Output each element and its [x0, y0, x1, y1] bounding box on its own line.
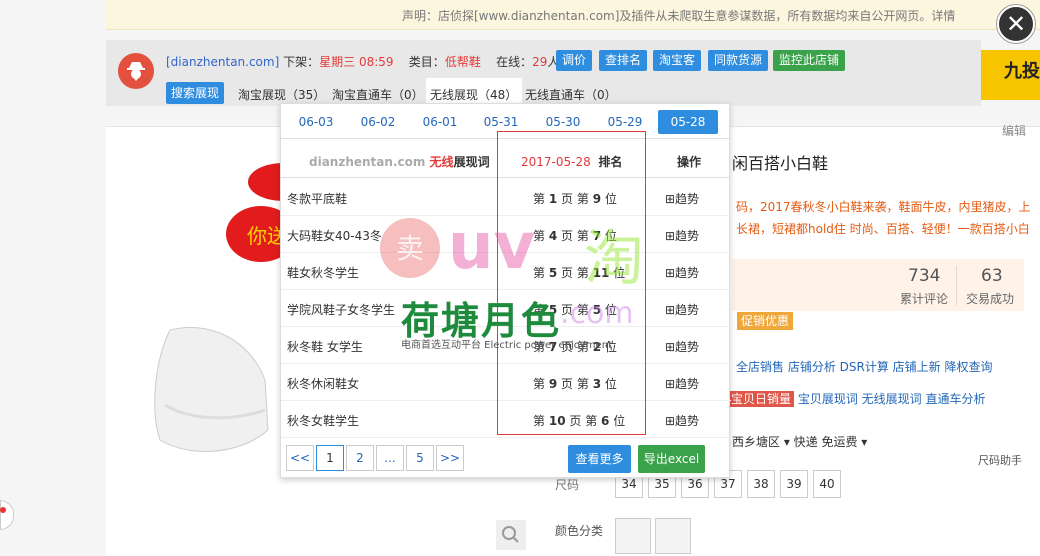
keyword-cell: 冬款平底鞋 — [287, 192, 348, 206]
review-label: 累计评论 — [900, 292, 949, 306]
keyword-column-header: dianzhentan.com 无线展现词 — [309, 153, 490, 170]
tab-taobao-ztc[interactable]: 淘宝直通车（0） — [332, 86, 424, 103]
size-helper-link[interactable]: 尺码助手 — [978, 452, 1022, 468]
close-button[interactable]: ✕ — [997, 5, 1035, 43]
disclaimer-text: 声明：店侦探[www.dianzhentan.com]及插件从未爬取生意参谋数据… — [402, 9, 956, 23]
review-count: 734 — [908, 266, 941, 286]
trend-button[interactable]: ⊞趋势 — [665, 338, 699, 355]
view-more-button[interactable]: 查看更多 — [568, 445, 631, 473]
notification-dot-icon — [0, 507, 6, 513]
watermark-uv: uv — [448, 210, 536, 284]
category-value: 低帮鞋 — [444, 55, 481, 69]
size-option[interactable]: 38 — [747, 470, 775, 498]
watermark-tao: 淘 — [584, 224, 644, 294]
watermark-dotcom: .com — [560, 296, 634, 331]
size-option[interactable]: 39 — [780, 470, 808, 498]
category-label: 类目： — [408, 55, 445, 69]
promo-badge: 促销优惠 — [737, 312, 794, 330]
left-float-widget[interactable] — [0, 500, 14, 530]
keyword-cell: 秋冬休闲鞋女 — [287, 377, 360, 391]
pager-ellipsis[interactable]: ... — [376, 445, 404, 471]
daily-sales-badge[interactable]: 宝贝日销量 — [728, 391, 795, 407]
pager-last[interactable]: >> — [436, 445, 464, 471]
watermark-subtitle: 电商首选互动平台 Electric power enjoyment — [401, 340, 612, 351]
shop-info-line: [dianzhentan.com] 下架：星期三 08:59 类目：低帮鞋 在线… — [166, 53, 559, 70]
item-analysis-links[interactable]: 宝贝日销量 宝贝展现词 无线展现词 直通车分析 — [728, 390, 985, 407]
pager-page-1[interactable]: 1 — [316, 445, 344, 471]
pager-page-2[interactable]: 2 — [346, 445, 374, 471]
export-excel-button[interactable]: 导出excel — [638, 445, 705, 473]
trend-button[interactable]: ⊞趋势 — [665, 190, 699, 207]
trend-button[interactable]: ⊞趋势 — [665, 301, 699, 318]
tab-wireless-display[interactable]: 无线展现（48） — [430, 86, 517, 103]
stat-divider — [956, 266, 957, 306]
monitor-shop-button[interactable]: 监控此店铺 — [773, 50, 846, 71]
white-shoe-image — [154, 326, 269, 452]
size-label: 尺码 — [555, 478, 580, 492]
trend-button[interactable]: ⊞趋势 — [665, 264, 699, 281]
header-site: dianzhentan.com — [309, 155, 426, 169]
color-thumb[interactable] — [615, 518, 651, 554]
date-tab[interactable]: 06-01 — [411, 110, 469, 134]
product-title: 闲百搭小白鞋 — [732, 154, 829, 173]
offline-label: 下架： — [283, 55, 320, 69]
product-description: 码，2017春秋冬小白鞋来袭，鞋面牛皮，内里猪皮，上长裙，短裙都hold住 时尚… — [736, 200, 1031, 236]
shipping-info[interactable]: 西乡塘区 ▾ 快递 免运费 ▾ — [732, 433, 867, 450]
magnifier-icon[interactable] — [496, 520, 526, 550]
keyword-cell: 鞋女秋冬学生 — [287, 266, 360, 280]
disclaimer-bar: 声明：店侦探[www.dianzhentan.com]及插件从未爬取生意参谋数据… — [106, 0, 1040, 30]
size-option[interactable]: 40 — [813, 470, 841, 498]
keyword-cell: 秋冬鞋 女学生 — [287, 340, 363, 354]
plugin-toolbar: [dianzhentan.com] 下架：星期三 08:59 类目：低帮鞋 在线… — [106, 40, 981, 106]
date-tab-active[interactable]: 05-28 — [658, 110, 718, 134]
pager-page-5[interactable]: 5 — [406, 445, 434, 471]
taobaoke-button[interactable]: 淘宝客 — [653, 50, 702, 71]
keyword-cell: 学院风鞋子女冬学生 — [287, 303, 396, 317]
same-source-button[interactable]: 同款货源 — [708, 50, 769, 71]
shop-analysis-links[interactable]: 全店销售 店铺分析 DSR计算 店铺上新 降权查询 — [736, 358, 992, 375]
edit-link[interactable]: 编辑 — [1002, 122, 1026, 139]
tab-wireless-ztc[interactable]: 无线直通车（0） — [525, 86, 617, 103]
trend-button[interactable]: ⊞趋势 — [665, 375, 699, 392]
date-tab[interactable]: 06-03 — [287, 110, 345, 134]
header-keyword: 展现词 — [453, 155, 490, 169]
color-label: 颜色分类 — [555, 524, 604, 538]
online-value: 29 — [532, 55, 548, 69]
adjust-price-button[interactable]: 调价 — [556, 50, 593, 71]
trade-count: 63 — [981, 266, 1003, 286]
detective-hat-icon — [127, 62, 145, 81]
tab-search-display[interactable]: 搜索展现 — [166, 82, 225, 104]
offline-value: 星期三 08:59 — [319, 55, 394, 69]
item-analysis-link-text[interactable]: 宝贝展现词 无线展现词 直通车分析 — [798, 392, 986, 406]
check-rank-button[interactable]: 查排名 — [599, 50, 648, 71]
date-tab[interactable]: 06-02 — [349, 110, 407, 134]
ad-text: 九投 — [1004, 61, 1040, 82]
keyword-cell: 大码鞋女40-43冬 — [287, 229, 382, 243]
action-column-header: 操作 — [677, 155, 702, 169]
pager-first[interactable]: << — [286, 445, 314, 471]
color-thumb[interactable] — [655, 518, 691, 554]
trend-button[interactable]: ⊞趋势 — [665, 227, 699, 244]
site-link[interactable]: [dianzhentan.com] — [166, 55, 279, 69]
online-label: 在线： — [496, 55, 533, 69]
header-wireless: 无线 — [429, 155, 454, 169]
trade-label: 交易成功 — [966, 292, 1015, 306]
trend-button[interactable]: ⊞趋势 — [665, 412, 699, 429]
tab-taobao-display[interactable]: 淘宝展现（35） — [238, 86, 325, 103]
keyword-cell: 秋冬女鞋学生 — [287, 414, 360, 428]
detective-logo-icon — [118, 53, 154, 89]
